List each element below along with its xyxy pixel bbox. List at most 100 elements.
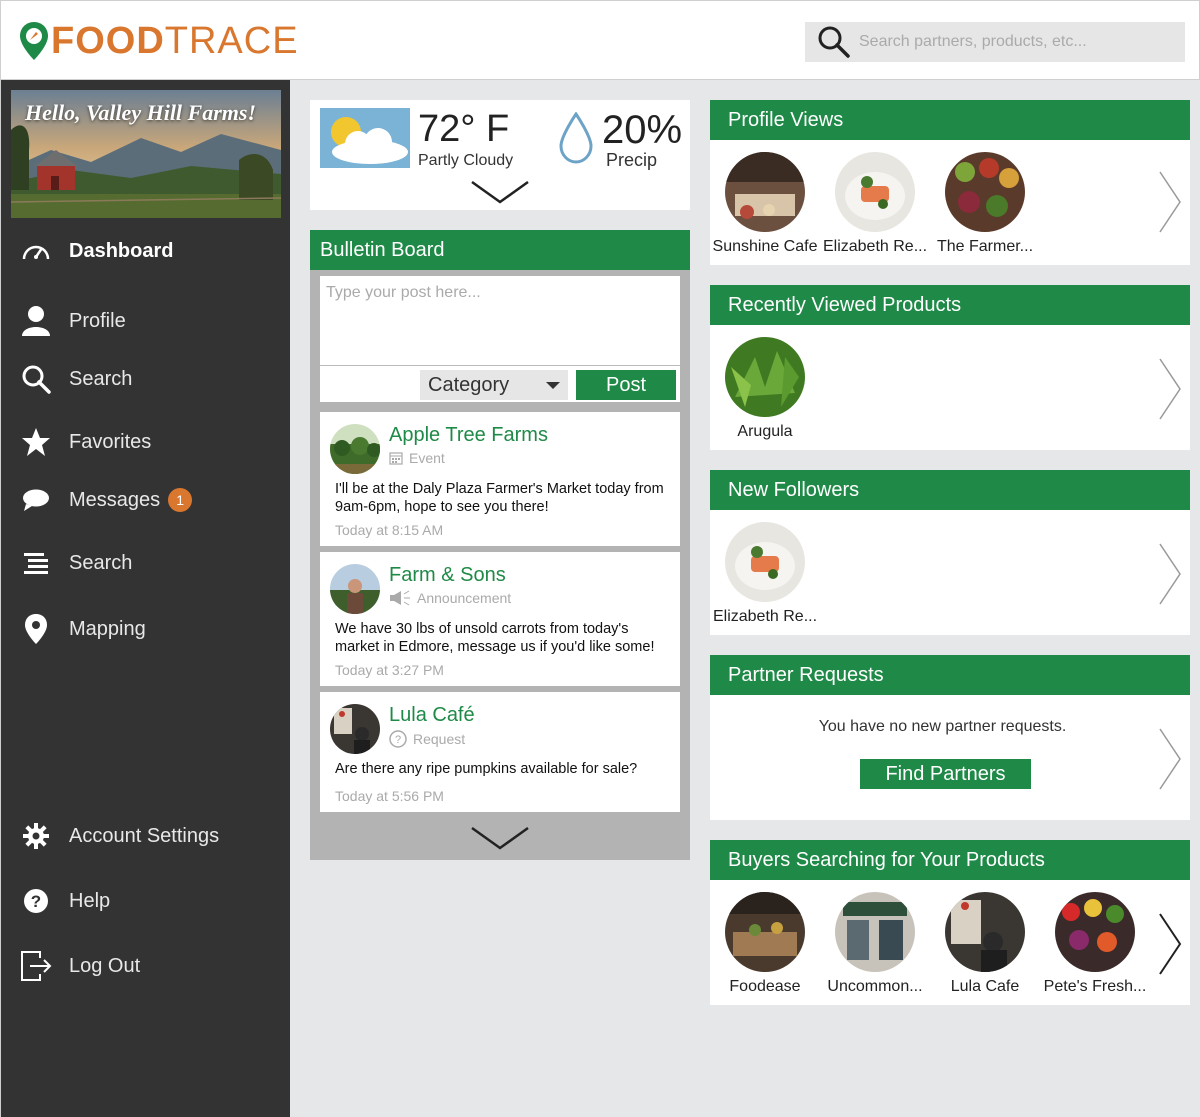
profile-view-item[interactable]: Elizabeth Re... — [820, 152, 930, 256]
avatar — [945, 152, 1025, 232]
chevron-right-icon[interactable] — [1158, 727, 1182, 791]
nav-account-settings[interactable]: Account Settings — [19, 819, 219, 853]
calendar-icon — [389, 452, 403, 465]
search-icon[interactable] — [817, 25, 851, 59]
post-body: I'll be at the Daly Plaza Farmer's Marke… — [335, 481, 664, 515]
foodtrace-logo[interactable]: FOODTRACE — [19, 21, 299, 61]
post-type-label: Event — [409, 450, 445, 466]
nav-profile[interactable]: Profile — [19, 304, 126, 338]
post-composer: Category Post — [320, 276, 680, 402]
nav-search-list[interactable]: Search — [19, 546, 132, 580]
card-title: Partner Requests — [710, 655, 1190, 695]
post-timestamp: Today at 5:56 PM — [335, 788, 444, 804]
new-followers-card: New Followers Elizabeth Re... — [710, 470, 1190, 635]
chevron-down-icon[interactable] — [470, 180, 530, 204]
avatar — [725, 892, 805, 972]
nav-label: Account Settings — [69, 824, 220, 847]
bulletin-post[interactable]: Farm & Sons Announcement We have 30 lbs … — [320, 552, 680, 686]
bulletin-post[interactable]: Apple Tree Farms Event I'll be at the Da… — [320, 412, 680, 546]
post-timestamp: Today at 8:15 AM — [335, 522, 444, 538]
post-type: ? Request — [389, 730, 465, 748]
greeting-banner: Hello, Valley Hill Farms! — [11, 90, 281, 218]
post-author[interactable]: Lula Café — [389, 704, 475, 727]
buyer-item[interactable]: Foodease — [710, 892, 820, 996]
post-type: Announcement — [389, 590, 511, 606]
post-type-label: Announcement — [417, 590, 512, 606]
megaphone-icon — [390, 590, 410, 606]
category-select[interactable]: Category — [420, 370, 568, 400]
post-author[interactable]: Farm & Sons — [389, 564, 506, 587]
nav-help[interactable]: ? Help — [19, 884, 110, 918]
user-icon — [19, 304, 53, 338]
star-icon — [19, 425, 53, 459]
card-title: Recently Viewed Products — [710, 285, 1190, 325]
buyer-name: Uncommon... — [827, 978, 923, 995]
chevron-right-icon[interactable] — [1158, 912, 1182, 976]
chevron-right-icon[interactable] — [1158, 542, 1182, 606]
find-partners-button[interactable]: Find Partners — [860, 759, 1031, 789]
logout-icon — [19, 949, 53, 983]
empty-message: You have no new partner requests. — [818, 718, 1067, 735]
card-title: New Followers — [710, 470, 1190, 510]
nav-search[interactable]: Search — [19, 362, 132, 396]
top-header: FOODTRACE — [0, 0, 1200, 80]
buyers-row: Foodease Uncommon... Lula Cafe Pete's Fr… — [710, 892, 1150, 996]
buyer-item[interactable]: Pete's Fresh... — [1040, 892, 1150, 996]
profile-view-item[interactable]: The Farmer... — [930, 152, 1040, 256]
person-name: Elizabeth Re... — [712, 608, 818, 625]
partly-cloudy-icon — [320, 108, 410, 168]
logo-text: FOODTRACE — [51, 21, 299, 61]
svg-text:?: ? — [31, 892, 41, 911]
search-input[interactable] — [859, 33, 1159, 51]
card-title: Buyers Searching for Your Products — [710, 840, 1190, 880]
post-button[interactable]: Post — [576, 370, 676, 400]
follower-item[interactable]: Elizabeth Re... — [710, 522, 820, 626]
post-author[interactable]: Apple Tree Farms — [389, 424, 548, 447]
precip-label: Precip — [606, 150, 658, 170]
map-pin-icon — [19, 612, 53, 646]
nav-label: Log Out — [69, 954, 141, 977]
post-input[interactable] — [320, 276, 680, 366]
post-body: Are there any ripe pumpkins available fo… — [335, 761, 638, 777]
list-lines-icon — [19, 546, 53, 580]
buyer-item[interactable]: Uncommon... — [820, 892, 930, 996]
chevron-right-icon[interactable] — [1158, 357, 1182, 421]
profile-view-item[interactable]: Sunshine Cafe — [710, 152, 820, 256]
product-name: Arugula — [737, 423, 793, 440]
profile-views-card: Profile Views Sunshine Cafe Elizabeth Re… — [710, 100, 1190, 265]
product-item[interactable]: Arugula — [710, 337, 820, 441]
buyers-card: Buyers Searching for Your Products Foode… — [710, 840, 1190, 1005]
followers-row: Elizabeth Re... — [710, 522, 820, 626]
category-label: Category — [428, 373, 510, 396]
raindrop-icon — [559, 112, 593, 164]
person-name: Sunshine Cafe — [712, 238, 818, 255]
person-name: Elizabeth Re... — [822, 238, 928, 255]
avatar — [835, 892, 915, 972]
buyer-item[interactable]: Lula Cafe — [930, 892, 1040, 996]
avatar — [945, 892, 1025, 972]
help-icon: ? — [19, 884, 53, 918]
dashboard-gauge-icon — [19, 234, 53, 268]
logo-light: TRACE — [164, 20, 299, 62]
nav-favorites[interactable]: Favorites — [19, 425, 151, 459]
nav-label: Help — [69, 889, 111, 912]
nav-mapping[interactable]: Mapping — [19, 612, 146, 646]
buyer-name: Foodease — [729, 978, 801, 995]
nav-dashboard[interactable]: Dashboard — [19, 234, 173, 268]
bulletin-post[interactable]: Lula Café ? Request Are there any ripe p… — [320, 692, 680, 812]
sidebar: Hello, Valley Hill Farms! Dashboard Prof… — [0, 80, 290, 1117]
nav-messages[interactable]: Messages 1 — [19, 483, 193, 517]
post-timestamp: Today at 3:27 PM — [335, 662, 444, 678]
unread-badge: 1 — [168, 488, 193, 512]
buyer-name: Pete's Fresh... — [1043, 978, 1147, 995]
post-body: We have 30 lbs of unsold carrots from to… — [335, 621, 655, 655]
nav-label: Mapping — [69, 617, 146, 640]
avatar — [330, 704, 380, 754]
search-icon — [19, 362, 53, 396]
nav-log-out[interactable]: Log Out — [19, 949, 140, 983]
question-circle-icon: ? — [389, 730, 407, 748]
chevron-down-icon[interactable] — [470, 826, 530, 850]
caret-down-icon — [546, 382, 560, 389]
chat-bubble-icon — [19, 483, 53, 517]
chevron-right-icon[interactable] — [1158, 170, 1182, 234]
